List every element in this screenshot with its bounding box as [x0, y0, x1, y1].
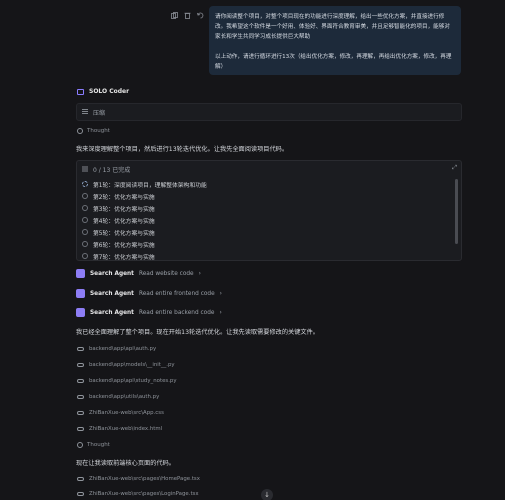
file-row[interactable]: ZhiBanXue-web\index.html	[77, 426, 162, 432]
expand-icon[interactable]: ⤢	[452, 164, 457, 172]
user-message-paragraph-1: 请你阅读整个项目，对整个项目现在的功能进行深度理解，给出一些优化方案，并直接进行…	[215, 14, 450, 40]
search-agent-name: Search Agent	[90, 290, 134, 297]
task-label: 第5轮：优化方案与实施	[93, 230, 155, 237]
chevron-right-icon: ›	[219, 309, 222, 316]
task-label: 第7轮：优化方案与实施	[93, 254, 155, 261]
search-agent-name: Search Agent	[90, 270, 134, 277]
file-row[interactable]: backend\app\api\study_notes.py	[77, 378, 177, 384]
link-icon	[77, 411, 84, 415]
link-icon	[77, 379, 84, 383]
message-actions	[171, 12, 204, 19]
intro-text: 我来深度理解整个项目，然后进行13轮迭代优化。让我先全面阅读项目代码。	[76, 146, 289, 153]
search-agent-name: Search Agent	[90, 309, 134, 316]
understood-text: 我已经全面理解了整个项目。现在开始13轮迭代优化。让我先读取需要修改的关键文件。	[76, 329, 319, 336]
file-path: ZhiBanXue-web\src\pages\HomePage.tsx	[89, 476, 200, 482]
task-label: 第2轮：优化方案与实施	[93, 194, 155, 201]
copy-icon[interactable]	[171, 12, 178, 19]
file-path: backend\app\api\auth.py	[89, 346, 157, 352]
file-path: ZhiBanXue-web\index.html	[89, 426, 163, 432]
pending-icon	[82, 205, 88, 211]
delete-icon[interactable]	[184, 12, 191, 19]
file-path: backend\app\api\study_notes.py	[89, 378, 177, 384]
chevron-right-icon: ›	[219, 290, 222, 297]
file-path: ZhiBanXue-web\src\pages\LoginPage.tsx	[89, 491, 199, 497]
task-panel: 0 / 13 已完成 ⤢ 第1轮：深度阅读项目，理解整体架构和功能 第2轮：优化…	[76, 160, 462, 261]
task-label: 第1轮：深度阅读项目，理解整体架构和功能	[93, 182, 207, 189]
undo-icon[interactable]	[197, 12, 204, 19]
user-message-paragraph-2: 以上动作，请进行循环进行13次（给出优化方案，修改，再理解，再给出优化方案，修改…	[215, 54, 452, 70]
info-icon	[77, 442, 83, 448]
link-icon	[77, 347, 84, 351]
task-header: 0 / 13 已完成	[82, 165, 130, 174]
compress-label: 压缩	[93, 109, 106, 117]
link-icon	[77, 427, 84, 431]
task-item: 第5轮：优化方案与实施	[82, 226, 207, 238]
search-agent-desc: Read entire backend code	[138, 309, 215, 316]
file-row[interactable]: backend\app\api\auth.py	[77, 346, 156, 352]
user-message-bubble: 请你阅读整个项目，对整个项目现在的功能进行深度理解，给出一些优化方案，并直接进行…	[209, 6, 461, 75]
task-item: 第7轮：优化方案与实施	[82, 250, 207, 262]
file-path: backend\app\utils\auth.py	[89, 394, 160, 400]
chevron-right-icon: ›	[198, 270, 201, 277]
link-icon	[77, 395, 84, 399]
thought-label: Thought	[87, 442, 110, 448]
pending-icon	[82, 229, 88, 235]
agent-name: SOLO Coder	[89, 88, 130, 95]
search-agent-desc: Read website code	[138, 270, 194, 277]
task-item: 第6轮：优化方案与实施	[82, 238, 207, 250]
search-agent-row[interactable]: Search Agent Read entire frontend code ›	[76, 289, 222, 298]
task-label: 第4轮：优化方案与实施	[93, 218, 155, 225]
next-text: 现在让我读取前端核心页面的代码。	[76, 460, 175, 467]
file-row[interactable]: ZhiBanXue-web\src\App.css	[77, 410, 164, 416]
task-list-icon	[82, 166, 88, 174]
list-icon	[82, 108, 88, 116]
task-item: 第4轮：优化方案与实施	[82, 214, 207, 226]
link-icon	[77, 363, 84, 367]
task-label: 第3轮：优化方案与实施	[93, 206, 155, 213]
thought-toggle[interactable]: Thought	[77, 128, 110, 134]
info-icon	[77, 128, 83, 134]
task-label: 第6轮：优化方案与实施	[93, 242, 155, 249]
thought-label: Thought	[87, 128, 110, 134]
task-item: 第1轮：深度阅读项目，理解整体架构和功能	[82, 178, 207, 190]
search-agent-row[interactable]: Search Agent Read entire backend code ›	[76, 308, 222, 317]
file-row[interactable]: backend\app\utils\auth.py	[77, 394, 159, 400]
link-icon	[77, 477, 84, 481]
file-path: backend\app\models\__init__.py	[89, 362, 175, 368]
scroll-down-button[interactable]: ↓	[261, 489, 273, 500]
search-agent-icon	[76, 269, 85, 278]
file-path: ZhiBanXue-web\src\App.css	[89, 410, 164, 416]
file-row[interactable]: backend\app\models\__init__.py	[77, 362, 175, 368]
in-progress-icon	[82, 181, 88, 187]
task-scrollbar[interactable]	[455, 179, 458, 244]
file-row[interactable]: ZhiBanXue-web\src\pages\LoginPage.tsx	[77, 491, 199, 497]
agent-header: SOLO Coder	[77, 88, 129, 95]
agent-icon	[77, 88, 84, 95]
pending-icon	[82, 217, 88, 223]
search-agent-icon	[76, 289, 85, 298]
pending-icon	[82, 253, 88, 259]
task-item: 第3轮：优化方案与实施	[82, 202, 207, 214]
pending-icon	[82, 193, 88, 199]
task-item: 第2轮：优化方案与实施	[82, 190, 207, 202]
pending-icon	[82, 241, 88, 247]
search-agent-desc: Read entire frontend code	[138, 290, 215, 297]
search-agent-icon	[76, 308, 85, 317]
task-progress: 0 / 13 已完成	[93, 167, 131, 174]
task-list: 第1轮：深度阅读项目，理解整体架构和功能 第2轮：优化方案与实施 第3轮：优化方…	[82, 178, 207, 262]
link-icon	[77, 492, 84, 496]
search-agent-row[interactable]: Search Agent Read website code ›	[76, 269, 201, 278]
thought-toggle[interactable]: Thought	[77, 442, 110, 448]
compress-block[interactable]: 压缩	[76, 103, 462, 121]
arrow-down-icon: ↓	[264, 491, 270, 499]
file-row[interactable]: ZhiBanXue-web\src\pages\HomePage.tsx	[77, 476, 200, 482]
